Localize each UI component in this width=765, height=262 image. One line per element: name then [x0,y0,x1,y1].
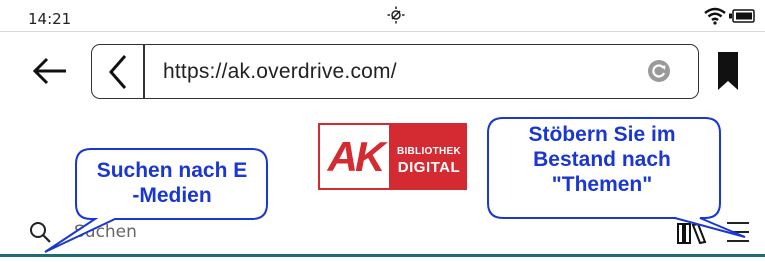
library-icon[interactable] [677,222,707,244]
reload-icon[interactable] [647,59,671,83]
logo-bibliothek-text: BIBLIOTHEK [396,146,462,157]
callout-themes-line2: Bestand nach [533,148,671,171]
header-bottom-rule [0,254,765,257]
callout-themes-text: Stöbern Sie im Bestand nach "Themen" [488,122,716,197]
bookmark-icon[interactable] [718,52,738,90]
back-arrow-icon[interactable] [30,55,70,87]
callout-search-text: Suchen nach E -Medien [80,158,264,208]
menu-icon[interactable] [727,220,749,244]
logo-ak-text: AK [327,133,386,180]
callout-search-line2: -Medien [132,184,212,207]
search-icon[interactable] [29,221,51,243]
wifi-icon [704,7,726,25]
callout-themes-line1: Stöbern Sie im [528,123,676,146]
search-input[interactable] [74,219,324,245]
url-text[interactable]: https://ak.overdrive.com/ [163,60,397,84]
callout-search-line1: Suchen nach E [96,159,248,182]
status-time: 14:21 [28,10,72,28]
battery-icon [729,9,755,23]
brightness-icon [387,6,405,24]
chevron-left-icon[interactable] [103,53,133,91]
logo-digital-text: DIGITAL [397,159,461,176]
address-bar-divider [143,44,145,99]
callout-themes-line3: "Themen" [551,173,653,196]
status-divider [0,31,765,32]
